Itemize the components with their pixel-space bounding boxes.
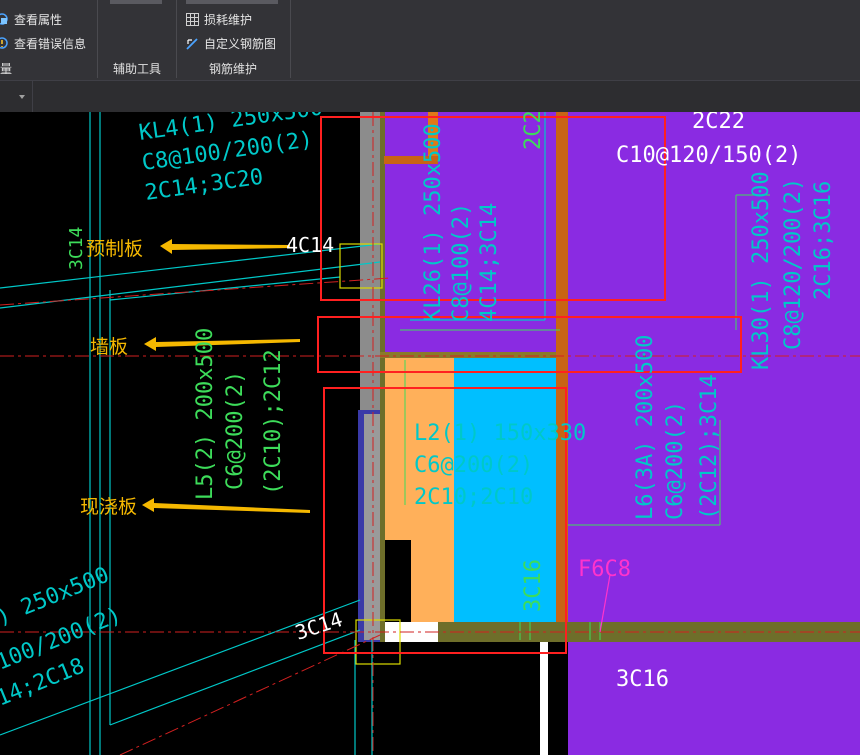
loss-maintain-label: 损耗维护 bbox=[204, 13, 253, 27]
l5-name: L5(2) 200x500 bbox=[193, 328, 218, 500]
cad-canvas[interactable]: KL4(1) 250x500 C8@100/200(2) 2C14;3C20 3… bbox=[0, 112, 860, 755]
group-label-rebar-maintain: 钢筋维护 bbox=[209, 62, 258, 76]
white-strip bbox=[540, 642, 548, 755]
kl26-name: KL26(1) 250x500 bbox=[421, 123, 446, 322]
view-errors-button[interactable]: 查看错误信息 bbox=[0, 35, 86, 52]
kl30-rebar: 2C16;3C16 bbox=[811, 181, 836, 300]
secondary-toolbar bbox=[0, 80, 860, 113]
f6c8-label: F6C8 bbox=[578, 557, 631, 582]
partial-button[interactable] bbox=[186, 0, 278, 4]
properties-icon bbox=[0, 13, 8, 25]
group-divider bbox=[176, 0, 177, 78]
view-properties-label: 查看属性 bbox=[14, 13, 63, 27]
group-label-quantity: 量 bbox=[0, 62, 13, 76]
annotation-precast-slab: 预制板 bbox=[86, 238, 144, 260]
l6-rebar: (2C12);3C14 bbox=[697, 374, 722, 520]
kl26-stirrup: C8@100(2) bbox=[449, 203, 474, 322]
group-divider bbox=[97, 0, 98, 78]
view-properties-button[interactable]: 查看属性 bbox=[0, 11, 62, 28]
custom-rebar-icon bbox=[186, 38, 198, 50]
beam-olive-vertical bbox=[380, 112, 385, 642]
l5-rebar: (2C10);2C12 bbox=[261, 349, 286, 495]
annotation-cast-slab: 现浇板 bbox=[80, 496, 138, 518]
beam-olive-horizontal bbox=[380, 352, 568, 358]
two-c22-label: 2C22 bbox=[692, 112, 745, 134]
three-c16-bottom: 3C16 bbox=[616, 667, 669, 692]
four-c14-label: 4C14 bbox=[286, 233, 334, 257]
l2-name: L2(1) 150x330 bbox=[414, 421, 586, 446]
two-c2-top: 2C2 bbox=[521, 112, 546, 150]
c10-stirrup-label: C10@120/150(2) bbox=[616, 143, 801, 168]
l6-name: L6(3A) 200x500 bbox=[633, 335, 658, 520]
l2-stirrup: C6@200(2) bbox=[414, 453, 533, 478]
toolbar-dropdown[interactable] bbox=[0, 81, 33, 113]
annotation-wall-panel: 墙板 bbox=[90, 336, 129, 358]
group-divider bbox=[290, 0, 291, 78]
l5-stirrup: C6@200(2) bbox=[223, 371, 248, 490]
custom-rebar-label: 自定义钢筋图 bbox=[204, 37, 277, 51]
error-info-icon bbox=[0, 37, 8, 49]
left-3c14: 3C14 bbox=[66, 227, 87, 270]
black-block bbox=[384, 540, 411, 622]
partial-button[interactable] bbox=[110, 0, 162, 4]
ribbon-toolbar: 查看属性 查看错误信息 损耗维护 自定义钢筋图 量 辅助工具 钢筋维护 bbox=[0, 0, 860, 80]
l2-rebar: 2C10;2C10 bbox=[414, 485, 533, 510]
chevron-down-icon bbox=[19, 95, 25, 99]
group-label-aux-tools: 辅助工具 bbox=[113, 62, 162, 76]
view-errors-label: 查看错误信息 bbox=[14, 37, 87, 51]
kl30-stirrup: C8@120/200(2) bbox=[781, 178, 806, 350]
custom-rebar-button[interactable]: 自定义钢筋图 bbox=[186, 35, 276, 52]
kl30-name: KL30(1) 250x500 bbox=[749, 171, 774, 370]
loss-maintain-button[interactable]: 损耗维护 bbox=[186, 11, 252, 28]
l6-stirrup: C6@200(2) bbox=[663, 401, 688, 520]
grid-table-icon bbox=[186, 13, 199, 26]
three-c16-vertical: 3C16 bbox=[521, 559, 546, 612]
kl26-rebar: 4C14;3C14 bbox=[477, 203, 502, 322]
